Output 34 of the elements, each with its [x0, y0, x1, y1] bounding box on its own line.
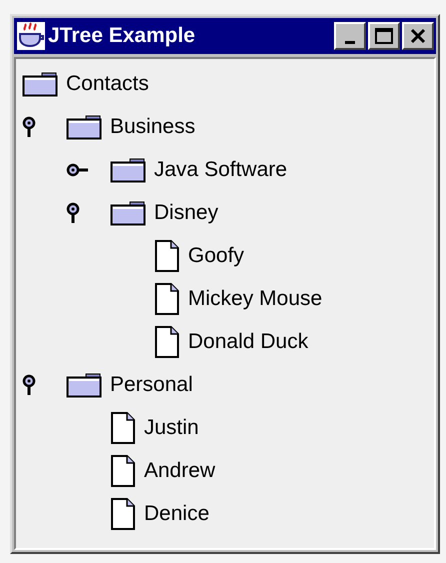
document-icon [110, 454, 136, 486]
folder-icon [66, 114, 102, 140]
tree-node-label[interactable]: Andrew [144, 458, 216, 482]
folder-icon [110, 200, 146, 226]
document-icon [154, 282, 180, 314]
tree-node-label[interactable]: Donald Duck [188, 330, 308, 354]
collapsed-handle-icon[interactable] [66, 162, 90, 176]
document-icon [154, 326, 180, 358]
minimize-button[interactable] [334, 22, 366, 50]
tree-node-label[interactable]: Business [110, 114, 196, 138]
tree-node-label[interactable]: Mickey Mouse [188, 286, 322, 310]
tree-node-label[interactable]: Goofy [188, 244, 244, 268]
expanded-handle-icon[interactable] [22, 116, 36, 138]
document-icon [154, 240, 180, 272]
expanded-handle-icon[interactable] [22, 374, 36, 396]
coffee-cup-icon [16, 21, 46, 51]
folder-icon [22, 70, 58, 96]
document-icon [110, 498, 136, 530]
close-button[interactable] [402, 22, 434, 50]
window-title: JTree Example [48, 24, 196, 48]
tree-node-label[interactable]: Contacts [66, 72, 149, 96]
tree-node-label[interactable]: Denice [144, 502, 210, 526]
folder-icon [66, 372, 102, 398]
document-icon [110, 412, 136, 444]
tree-node-label[interactable]: Disney [154, 200, 218, 224]
maximize-icon [375, 28, 393, 44]
folder-icon [110, 156, 146, 182]
tree-node-label[interactable]: Personal [110, 372, 193, 396]
close-icon [410, 28, 426, 44]
tree-node-label[interactable]: Java Software [154, 158, 288, 182]
maximize-button[interactable] [368, 22, 400, 50]
minimize-icon [345, 40, 355, 44]
expanded-handle-icon[interactable] [66, 202, 80, 224]
tree-node-label[interactable]: Justin [144, 416, 199, 440]
